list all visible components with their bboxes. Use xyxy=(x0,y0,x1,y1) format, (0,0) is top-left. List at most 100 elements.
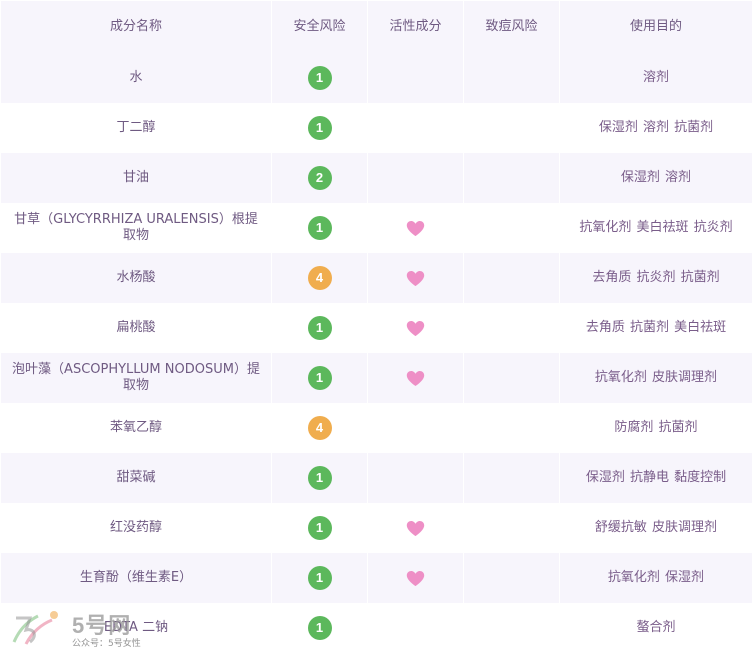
risk-badge: 1 xyxy=(307,566,332,590)
purpose-cell: 抗氧化剂 保湿剂 xyxy=(560,553,752,603)
risk-badge: 2 xyxy=(307,166,332,190)
ingredient-name: 红没药醇 xyxy=(109,520,162,535)
heart-icon xyxy=(406,320,425,336)
risk-badge: 1 xyxy=(307,216,332,240)
purpose-cell: 螯合剂 xyxy=(560,603,752,653)
heart-icon xyxy=(406,520,425,536)
ingredient-name-cell: 水杨酸 xyxy=(1,253,272,303)
header-safety: 安全风险 xyxy=(272,1,368,53)
heart-icon xyxy=(406,220,425,236)
purpose-cell: 抗氧化剂 皮肤调理剂 xyxy=(560,353,752,403)
table-row: 甜菜碱 1 保湿剂 抗静电 黏度控制 xyxy=(1,453,752,503)
ingredient-name-cell: 生育酚（维生素E） xyxy=(1,553,272,603)
purpose-cell: 保湿剂 抗静电 黏度控制 xyxy=(560,453,752,503)
table-row: 生育酚（维生素E） 1 抗氧化剂 保湿剂 xyxy=(1,553,752,603)
ingredient-name-cell: 丁二醇 xyxy=(1,103,272,153)
active-ingredient-cell xyxy=(368,103,464,153)
purpose-cell: 去角质 抗菌剂 美白祛斑 xyxy=(560,303,752,353)
purpose-text: 舒缓抗敏 皮肤调理剂 xyxy=(594,520,718,535)
ingredient-table: 成分名称 安全风险 活性成分 致痘风险 使用目的 水 1 溶剂丁二醇 1 保湿剂 溶剂 … xyxy=(1,1,752,653)
table-row: EDTA 二钠 1 螯合剂 xyxy=(1,603,752,653)
ingredient-name: 水杨酸 xyxy=(116,270,156,285)
ingredient-name-cell: 甘油 xyxy=(1,153,272,203)
risk-badge: 1 xyxy=(307,466,332,490)
risk-badge: 1 xyxy=(307,116,332,140)
acne-risk-cell xyxy=(464,203,560,253)
ingredient-name: 苯氧乙醇 xyxy=(109,420,162,435)
risk-badge: 4 xyxy=(307,266,332,290)
acne-risk-cell xyxy=(464,253,560,303)
purpose-text: 溶剂 xyxy=(642,70,669,85)
ingredient-name: 甘油 xyxy=(122,170,149,185)
risk-badge: 1 xyxy=(307,66,332,90)
active-ingredient-cell xyxy=(368,253,464,303)
safety-risk-cell: 1 xyxy=(272,353,368,403)
table-row: 泡叶藻（ASCOPHYLLUM NODOSUM）提取物 1 抗氧化剂 皮肤调理剂 xyxy=(1,353,752,403)
table-header: 成分名称 安全风险 活性成分 致痘风险 使用目的 xyxy=(1,1,752,53)
table-row: 水 1 溶剂 xyxy=(1,53,752,103)
ingredient-name: 甜菜碱 xyxy=(116,470,156,485)
purpose-text: 抗氧化剂 皮肤调理剂 xyxy=(594,370,718,385)
safety-risk-cell: 1 xyxy=(272,553,368,603)
ingredient-name: 丁二醇 xyxy=(116,120,156,135)
table-row: 水杨酸 4 去角质 抗炎剂 抗菌剂 xyxy=(1,253,752,303)
safety-risk-cell: 1 xyxy=(272,103,368,153)
risk-badge: 1 xyxy=(307,516,332,540)
safety-risk-cell: 1 xyxy=(272,453,368,503)
purpose-cell: 防腐剂 抗菌剂 xyxy=(560,403,752,453)
table-row: 扁桃酸 1 去角质 抗菌剂 美白祛斑 xyxy=(1,303,752,353)
safety-risk-cell: 1 xyxy=(272,503,368,553)
active-ingredient-cell xyxy=(368,353,464,403)
purpose-text: 去角质 抗菌剂 美白祛斑 xyxy=(585,320,727,335)
purpose-text: 抗氧化剂 保湿剂 xyxy=(607,570,705,585)
purpose-cell: 溶剂 xyxy=(560,53,752,103)
acne-risk-cell xyxy=(464,353,560,403)
safety-risk-cell: 1 xyxy=(272,603,368,653)
ingredient-name-cell: 水 xyxy=(1,53,272,103)
active-ingredient-cell xyxy=(368,503,464,553)
acne-risk-cell xyxy=(464,53,560,103)
safety-risk-cell: 1 xyxy=(272,203,368,253)
ingredient-name: 水 xyxy=(129,70,143,85)
active-ingredient-cell xyxy=(368,203,464,253)
acne-risk-cell xyxy=(464,403,560,453)
purpose-cell: 舒缓抗敏 皮肤调理剂 xyxy=(560,503,752,553)
table-row: 丁二醇 1 保湿剂 溶剂 抗菌剂 xyxy=(1,103,752,153)
acne-risk-cell xyxy=(464,553,560,603)
header-purpose: 使用目的 xyxy=(629,19,682,34)
ingredient-name: 生育酚（维生素E） xyxy=(79,570,193,585)
purpose-text: 保湿剂 抗静电 黏度控制 xyxy=(585,470,727,485)
acne-risk-cell xyxy=(464,453,560,503)
ingredient-name-cell: 扁桃酸 xyxy=(1,303,272,353)
purpose-text: 抗氧化剂 美白祛斑 抗炎剂 xyxy=(579,220,733,235)
risk-badge: 1 xyxy=(307,316,332,340)
risk-badge: 1 xyxy=(307,366,332,390)
ingredient-name-cell: 甜菜碱 xyxy=(1,453,272,503)
safety-risk-cell: 4 xyxy=(272,253,368,303)
purpose-cell: 保湿剂 溶剂 抗菌剂 xyxy=(560,103,752,153)
risk-badge: 1 xyxy=(307,616,332,640)
risk-badge: 4 xyxy=(307,416,332,440)
purpose-text: 去角质 抗炎剂 抗菌剂 xyxy=(592,270,720,285)
heart-icon xyxy=(406,270,425,286)
ingredient-name-cell: 泡叶藻（ASCOPHYLLUM NODOSUM）提取物 xyxy=(1,353,272,403)
header-acne: 致痘风险 xyxy=(464,1,560,53)
heart-icon xyxy=(406,370,425,386)
purpose-text: 螯合剂 xyxy=(636,620,676,635)
acne-risk-cell xyxy=(464,503,560,553)
acne-risk-cell xyxy=(464,103,560,153)
purpose-cell: 去角质 抗炎剂 抗菌剂 xyxy=(560,253,752,303)
active-ingredient-cell xyxy=(368,153,464,203)
safety-risk-cell: 1 xyxy=(272,303,368,353)
purpose-cell: 抗氧化剂 美白祛斑 抗炎剂 xyxy=(560,203,752,253)
active-ingredient-cell xyxy=(368,603,464,653)
active-ingredient-cell xyxy=(368,303,464,353)
table-row: 甘油 2 保湿剂 溶剂 xyxy=(1,153,752,203)
header-name: 成分名称 xyxy=(1,1,272,53)
ingredient-name: 泡叶藻（ASCOPHYLLUM NODOSUM）提取物 xyxy=(12,362,260,393)
active-ingredient-cell xyxy=(368,453,464,503)
purpose-text: 保湿剂 溶剂 抗菌剂 xyxy=(598,120,714,135)
purpose-cell: 保湿剂 溶剂 xyxy=(560,153,752,203)
ingredient-name-cell: 苯氧乙醇 xyxy=(1,403,272,453)
heart-icon xyxy=(406,570,425,586)
